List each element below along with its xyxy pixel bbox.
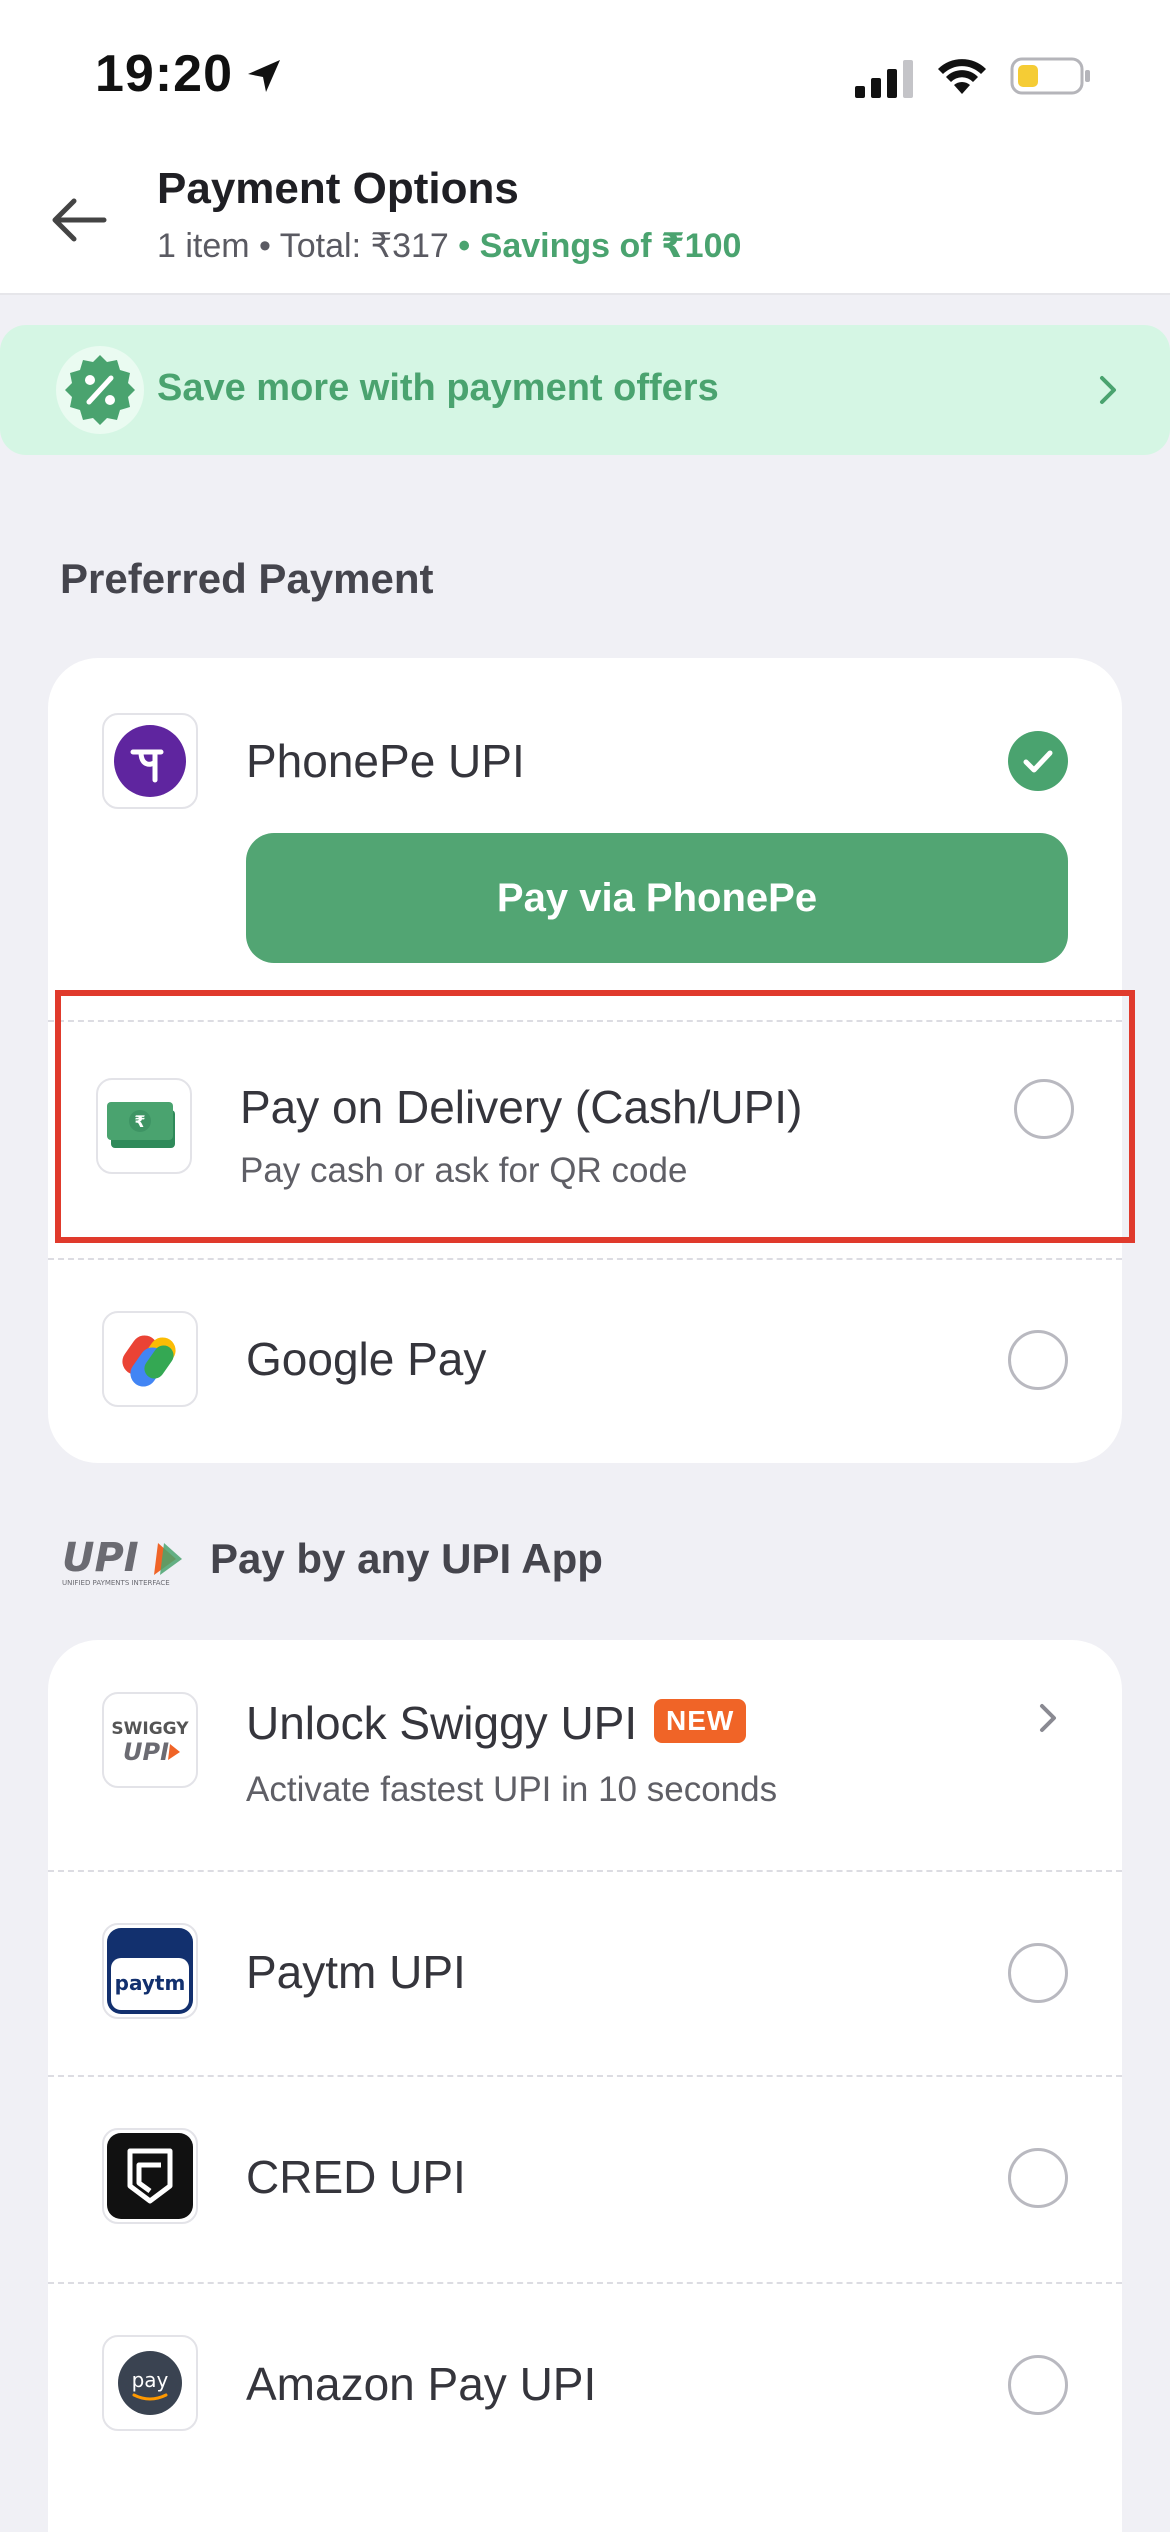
google-pay-icon <box>122 1335 176 1387</box>
phonepe-logo <box>102 713 198 809</box>
paytm-upi-label[interactable]: Paytm UPI <box>246 1945 466 1999</box>
swiggy-upi-sub: Activate fastest UPI in 10 seconds <box>246 1770 778 1809</box>
paytm-logo-text: paytm <box>115 1971 186 1995</box>
preferred-payment-title: Preferred Payment <box>60 555 434 602</box>
status-bar: 19:20 <box>0 0 1170 150</box>
chevron-right-icon[interactable] <box>1033 1698 1063 1738</box>
phonepe-label[interactable]: PhonePe UPI <box>246 734 525 788</box>
google-pay-logo <box>102 1311 198 1407</box>
battery-icon <box>1010 57 1090 95</box>
location-arrow-icon <box>248 60 280 92</box>
back-arrow-icon[interactable] <box>42 184 114 256</box>
status-time: 19:20 <box>95 45 233 103</box>
discount-badge-icon <box>56 346 144 434</box>
checkmark-icon <box>1023 750 1053 773</box>
pay-via-phonepe-button[interactable]: Pay via PhonePe <box>246 833 1068 963</box>
swiggy-upi-logo: SWIGGY UPI <box>102 1692 198 1788</box>
google-pay-radio[interactable] <box>1008 1330 1068 1390</box>
cellular-signal-icon <box>855 60 913 98</box>
cash-logo: ₹ <box>96 1078 192 1174</box>
upi-section-title: Pay by any UPI App <box>210 1535 603 1582</box>
payment-offers-banner[interactable]: Save more with payment offers <box>0 325 1170 455</box>
upi-logo-text: UPI <box>62 1535 139 1581</box>
divider <box>48 1258 1122 1260</box>
upi-apps-card: SWIGGY UPI Unlock Swiggy UPI NEW Activat… <box>48 1640 1122 2532</box>
amazon-logo-text: pay <box>132 2368 169 2392</box>
paytm-icon: paytm <box>107 1928 193 2014</box>
pay-on-delivery-sub: Pay cash or ask for QR code <box>240 1151 688 1190</box>
amazon-pay-upi-radio[interactable] <box>1008 2355 1068 2415</box>
pay-on-delivery-label[interactable]: Pay on Delivery (Cash/UPI) <box>240 1080 802 1134</box>
svg-text:₹: ₹ <box>134 1112 145 1131</box>
upi-logo-subtext: UNIFIED PAYMENTS INTERFACE <box>62 1579 170 1587</box>
offers-text: Save more with payment offers <box>157 367 719 409</box>
savings-text: • Savings of ₹100 <box>448 227 742 265</box>
amazon-pay-logo: pay <box>102 2335 198 2431</box>
page-header: Payment Options 1 item • Total: ₹317 • S… <box>0 150 1170 295</box>
swiggy-logo-top: SWIGGY <box>111 1719 189 1739</box>
amazon-pay-upi-label[interactable]: Amazon Pay UPI <box>246 2357 596 2411</box>
chevron-right-icon <box>1100 376 1116 404</box>
cred-upi-radio[interactable] <box>1008 2148 1068 2208</box>
divider <box>48 1870 1122 1872</box>
swiggy-upi-label[interactable]: Unlock Swiggy UPI <box>246 1696 637 1750</box>
phonepe-icon <box>114 725 186 797</box>
divider <box>48 1020 1122 1022</box>
paytm-logo: paytm <box>102 1923 198 2019</box>
divider <box>48 2282 1122 2284</box>
wifi-icon <box>938 59 986 94</box>
cred-icon <box>107 2133 193 2219</box>
cred-logo <box>102 2128 198 2224</box>
cred-upi-label[interactable]: CRED UPI <box>246 2150 466 2204</box>
order-summary: 1 item • Total: ₹317 • Savings of ₹100 <box>157 226 741 266</box>
paytm-upi-radio[interactable] <box>1008 1943 1068 2003</box>
google-pay-label[interactable]: Google Pay <box>246 1332 486 1386</box>
swiggy-upi-icon: SWIGGY UPI <box>111 1719 189 1766</box>
upi-logo: UPI UNIFIED PAYMENTS INTERFACE <box>62 1535 182 1587</box>
order-total: 1 item • Total: ₹317 <box>157 227 449 265</box>
phonepe-selected-check[interactable] <box>1008 731 1068 791</box>
preferred-payment-card: PhonePe UPI Pay via PhonePe ₹ Pay on Del… <box>48 658 1122 1463</box>
swiggy-logo-bottom: UPI <box>123 1738 169 1766</box>
amazon-pay-icon: pay <box>118 2351 182 2415</box>
page-title: Payment Options <box>157 164 519 213</box>
pay-on-delivery-radio[interactable] <box>1014 1079 1074 1139</box>
cash-note-icon: ₹ <box>107 1102 175 1148</box>
new-badge: NEW <box>654 1699 747 1743</box>
divider <box>48 2075 1122 2077</box>
